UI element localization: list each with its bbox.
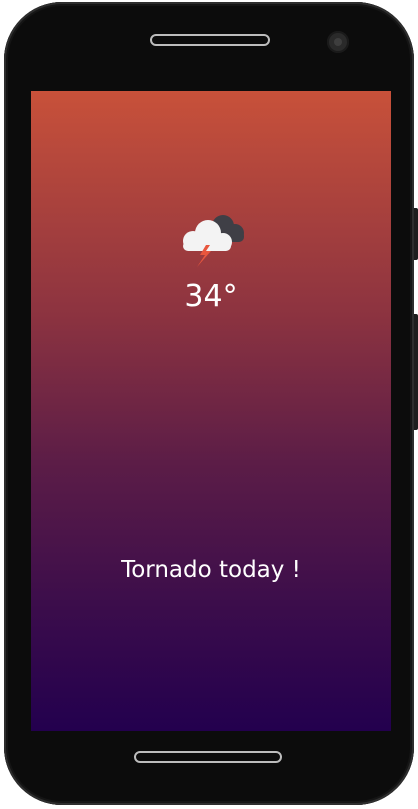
temperature-label: 34° <box>184 279 238 314</box>
app-screen: 34° Tornado today ! <box>31 91 391 731</box>
earpiece-speaker <box>150 34 270 46</box>
forecast-message: Tornado today ! <box>121 557 301 583</box>
thunderstorm-cloud-icon <box>183 215 244 267</box>
home-button[interactable] <box>134 751 282 763</box>
power-button <box>414 314 418 430</box>
volume-button <box>414 208 418 260</box>
phone-frame: 34° Tornado today ! <box>4 2 418 805</box>
front-camera-icon <box>327 31 349 53</box>
